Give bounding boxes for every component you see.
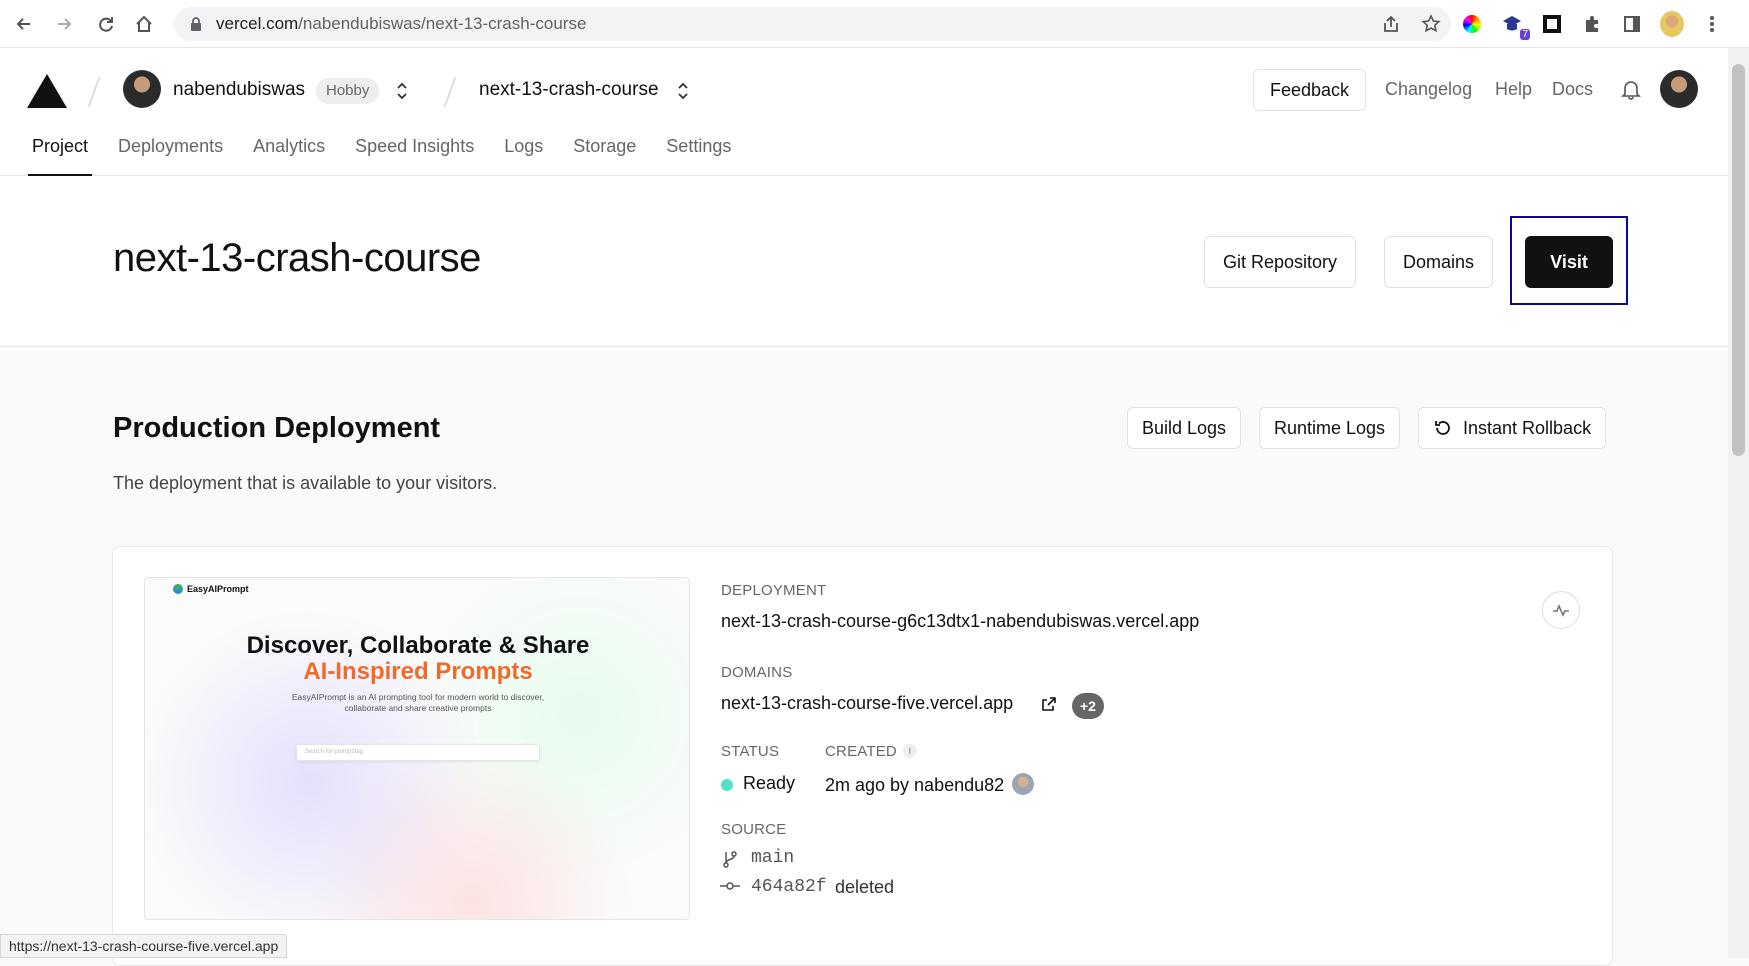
share-icon[interactable]	[1381, 14, 1401, 34]
tab-deployments[interactable]: Deployments	[118, 136, 223, 176]
deployment-card: EasyAIPrompt Discover, Collaborate & Sha…	[112, 546, 1613, 966]
lock-icon	[191, 17, 201, 31]
help-link[interactable]: Help	[1495, 79, 1532, 100]
feedback-button[interactable]: Feedback	[1253, 69, 1367, 111]
preview-paragraph: EasyAIPrompt is an AI prompting tool for…	[291, 692, 545, 713]
team-name[interactable]: nabendubiswas	[173, 79, 305, 101]
tab-logs[interactable]: Logs	[504, 136, 543, 176]
url-text: vercel.com/nabendubiswas/next-13-crash-c…	[216, 14, 587, 33]
section-description: The deployment that is available to your…	[113, 473, 498, 493]
creator-avatar	[1012, 773, 1035, 795]
domains-label: DOMAINS	[721, 664, 793, 681]
preview-heading: Discover, Collaborate & Share	[246, 632, 590, 659]
git-commit-icon	[720, 882, 740, 890]
runtime-logs-label: Runtime Logs	[1274, 418, 1386, 438]
profile-avatar[interactable]	[1660, 11, 1684, 37]
preview-logo-icon	[173, 584, 183, 594]
side-panel-icon[interactable]	[1620, 12, 1644, 36]
branch-name[interactable]: main	[751, 848, 794, 868]
deployment-preview-thumbnail[interactable]: EasyAIPrompt Discover, Collaborate & Sha…	[144, 577, 690, 920]
preview-subheading: AI-Inspired Prompts	[303, 658, 533, 685]
tab-project[interactable]: Project	[27, 136, 93, 176]
user-avatar[interactable]	[1660, 70, 1698, 108]
extension-badge-icon[interactable]: 7	[1500, 12, 1530, 40]
instant-rollback-label: Instant Rollback	[1463, 418, 1592, 438]
section-title: Production Deployment	[113, 412, 441, 444]
docs-link[interactable]: Docs	[1552, 79, 1593, 100]
tab-settings[interactable]: Settings	[666, 136, 731, 176]
status-label: STATUS	[721, 743, 780, 760]
vercel-logo-icon[interactable]	[27, 74, 67, 108]
deployment-url-link[interactable]: next-13-crash-course-g6c13dtx1-nabendubi…	[721, 611, 1199, 632]
changelog-link[interactable]: Changelog	[1385, 79, 1472, 100]
rollback-icon	[1435, 421, 1450, 435]
divider	[87, 76, 101, 108]
domains-button[interactable]: Domains	[1384, 236, 1494, 288]
external-link-icon[interactable]	[1041, 696, 1057, 712]
preview-search: Search for prompt/tag	[296, 744, 540, 761]
puzzle-icon[interactable]	[1580, 12, 1604, 36]
browser-toolbar: vercel.com/nabendubiswas/next-13-crash-c…	[0, 0, 1749, 48]
source-label: SOURCE	[721, 821, 787, 838]
domain-url-link[interactable]: next-13-crash-course-five.vercel.app	[721, 693, 1013, 714]
created-value-text: 2m ago by nabendu82	[825, 775, 1005, 795]
preview-logo: EasyAIPrompt	[173, 584, 249, 594]
forward-icon[interactable]	[44, 4, 84, 44]
project-switcher-name[interactable]: next-13-crash-course	[479, 79, 659, 101]
instant-rollback-button[interactable]: Instant Rollback	[1418, 407, 1607, 449]
back-icon[interactable]	[4, 4, 44, 44]
created-label-text: CREATED	[825, 743, 897, 760]
menu-kebab-icon[interactable]	[1700, 12, 1724, 36]
bookmark-star-icon[interactable]	[1421, 14, 1441, 34]
app-header: nabendubiswas Hobby next-13-crash-course…	[0, 48, 1728, 176]
commit-hash[interactable]: 464a82f	[751, 877, 827, 897]
project-tabs: Project Deployments Analytics Speed Insi…	[0, 136, 761, 176]
address-bar[interactable]: vercel.com/nabendubiswas/next-13-crash-c…	[174, 7, 1451, 41]
project-switcher-chevron-icon[interactable]	[676, 81, 690, 101]
build-logs-button[interactable]: Build Logs	[1127, 407, 1242, 449]
project-title-section: next-13-crash-course Git Repository Doma…	[0, 176, 1728, 347]
preview-logo-text: EasyAIPrompt	[187, 584, 249, 594]
notification-bell-icon[interactable]	[1620, 78, 1642, 100]
team-avatar[interactable]	[123, 70, 161, 108]
status-value: Ready	[743, 773, 796, 793]
deployment-label: DEPLOYMENT	[721, 582, 827, 599]
created-value: 2m ago by nabendu82	[825, 773, 1035, 796]
extra-domains-badge[interactable]: +2	[1072, 693, 1104, 719]
scrollbar[interactable]	[1728, 48, 1749, 958]
square-extension-icon[interactable]	[1540, 12, 1564, 36]
git-repository-button[interactable]: Git Repository	[1204, 236, 1357, 288]
commit-message: deleted	[835, 877, 895, 897]
tab-storage[interactable]: Storage	[573, 136, 636, 176]
git-branch-icon	[723, 851, 737, 868]
activity-pulse-icon[interactable]	[1542, 591, 1580, 629]
visit-button[interactable]: Visit	[1525, 236, 1613, 288]
color-wheel-extension-icon[interactable]	[1460, 12, 1484, 36]
tab-analytics[interactable]: Analytics	[253, 136, 325, 176]
divider	[443, 76, 457, 108]
link-hover-status: https://next-13-crash-course-five.vercel…	[0, 934, 288, 958]
page-title: next-13-crash-course	[113, 236, 481, 280]
reload-icon[interactable]	[86, 4, 126, 44]
team-switcher-chevron-icon[interactable]	[395, 81, 409, 101]
created-label: CREATED i	[825, 743, 917, 760]
runtime-logs-button[interactable]: Runtime Logs	[1259, 407, 1401, 449]
tab-speed-insights[interactable]: Speed Insights	[355, 136, 474, 176]
status-dot	[721, 779, 733, 791]
home-icon[interactable]	[124, 4, 164, 44]
plan-badge: Hobby	[316, 78, 380, 104]
build-logs-label: Build Logs	[1142, 418, 1227, 438]
info-icon[interactable]: i	[902, 744, 917, 758]
scrollbar-thumb[interactable]	[1732, 64, 1745, 456]
